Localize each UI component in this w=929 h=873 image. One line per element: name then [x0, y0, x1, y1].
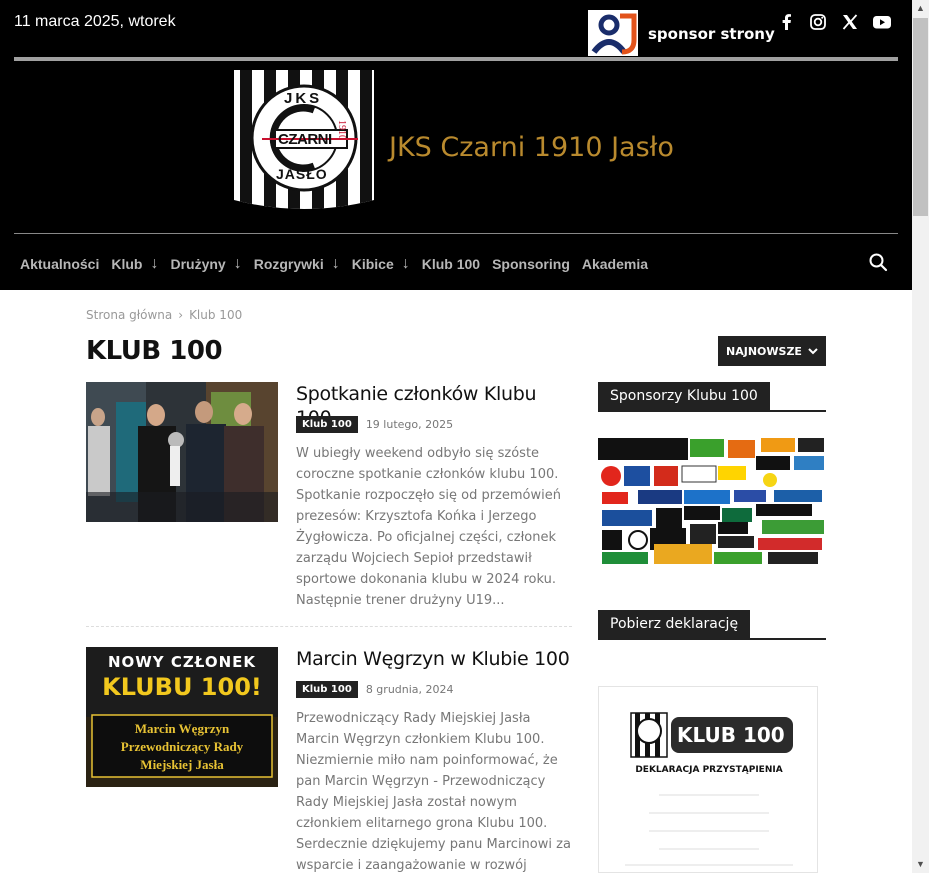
dropdown-arrow-icon: ↓	[401, 255, 410, 272]
sponsors-image[interactable]	[598, 436, 826, 566]
article-date: 8 grudnia, 2024	[365, 683, 454, 696]
search-icon[interactable]	[868, 252, 888, 272]
nav-item-akademia[interactable]: Akademia	[582, 256, 648, 272]
thumb-line-4: Przewodniczący Rady	[120, 739, 244, 754]
nav-item-label: Drużyny	[170, 256, 226, 272]
article-thumbnail[interactable]	[86, 382, 278, 522]
scroll-down-icon[interactable]: ▼	[912, 856, 929, 873]
instagram-icon[interactable]	[808, 12, 828, 32]
nav-item-sponsoring[interactable]: Sponsoring	[492, 256, 570, 272]
declaration-document-image[interactable]: KLUB 100 DEKLARACJA PRZYSTĄPIENIA	[598, 686, 818, 873]
dropdown-arrow-icon: ↓	[150, 255, 159, 272]
page-title: KLUB 100	[86, 336, 223, 366]
x-icon[interactable]	[840, 12, 860, 32]
article-date: 19 lutego, 2025	[365, 418, 454, 431]
category-badge[interactable]: Klub 100	[296, 681, 358, 698]
facebook-icon[interactable]	[777, 12, 797, 32]
breadcrumb-separator: ›	[178, 308, 184, 322]
dropdown-arrow-icon: ↓	[233, 255, 242, 272]
nav-item-klub-100[interactable]: Klub 100	[422, 256, 480, 272]
breadcrumb: Strona główna › Klub 100	[86, 308, 242, 322]
scroll-up-icon[interactable]: ▲	[912, 0, 929, 17]
thumb-line-1: NOWY CZŁONEK	[107, 653, 257, 671]
logo-top-text: JKS	[284, 90, 323, 107]
breadcrumb-home[interactable]: Strona główna	[86, 308, 172, 322]
widget-heading-sponsors: Sponsorzy Klubu 100	[598, 382, 826, 412]
sponsor-logo[interactable]	[588, 10, 638, 56]
nav-item-label: Klub	[111, 256, 143, 272]
nav-item-kibice[interactable]: Kibice ↓	[352, 255, 410, 273]
widget-heading-label: Sponsorzy Klubu 100	[598, 382, 770, 410]
chevron-down-icon	[808, 348, 818, 355]
logo-year-text: 1910	[336, 120, 347, 140]
sponsor-label[interactable]: sponsor strony	[648, 25, 775, 43]
nav-item-druzyny[interactable]: Drużyny ↓	[170, 255, 241, 273]
nav-item-label: Sponsoring	[492, 256, 570, 272]
thumb-line-2: KLUBU 100!	[102, 673, 262, 701]
nav-item-aktualnosci[interactable]: Aktualności	[20, 256, 99, 272]
site-title[interactable]: JKS Czarni 1910 Jasło	[389, 132, 674, 163]
nav-divider	[14, 233, 898, 234]
nav-item-klub[interactable]: Klub ↓	[111, 255, 158, 273]
scrollbar-thumb[interactable]	[913, 18, 928, 216]
declaration-title: DEKLARACJA PRZYSTĄPIENIA	[635, 765, 783, 775]
site-header: 11 marca 2025, wtorek sponsor strony JKS…	[0, 0, 912, 290]
nav-item-label: Aktualności	[20, 256, 100, 272]
article-meta: Klub 100 8 grudnia, 2024	[296, 681, 454, 698]
article-thumbnail[interactable]: NOWY CZŁONEK KLUBU 100! Marcin Węgrzyn P…	[86, 647, 278, 787]
widget-heading-label: Pobierz deklarację	[598, 610, 751, 638]
article-excerpt: W ubiegły weekend odbyło się szóste coro…	[296, 446, 561, 608]
logo-bottom-text: JASŁO	[276, 166, 328, 182]
article-card: NOWY CZŁONEK KLUBU 100! Marcin Węgrzyn P…	[86, 647, 572, 873]
main-nav: Aktualności Klub ↓ Drużyny ↓ Rozgrywki ↓ Ki…	[20, 255, 660, 273]
article-meta: Klub 100 19 lutego, 2025	[296, 416, 453, 433]
nav-item-rozgrywki[interactable]: Rozgrywki ↓	[254, 255, 340, 273]
nav-item-label: Akademia	[581, 256, 649, 272]
thumb-line-3: Marcin Węgrzyn	[134, 721, 230, 736]
article-divider	[86, 626, 572, 627]
article-title[interactable]: Marcin Węgrzyn w Klubie 100	[296, 647, 576, 671]
article-card: Spotkanie członków Klubu 100 Klub 100 19…	[86, 382, 572, 622]
category-badge[interactable]: Klub 100	[296, 416, 358, 433]
sort-dropdown-button[interactable]: NAJNOWSZE	[718, 336, 826, 366]
thumb-line-5: Miejskiej Jasła	[140, 757, 224, 772]
nav-item-label: Klub 100	[421, 256, 481, 272]
nav-item-label: Kibice	[351, 256, 394, 272]
page: 11 marca 2025, wtorek sponsor strony JKS…	[0, 0, 929, 873]
widget-heading-declaration: Pobierz deklarację	[598, 610, 826, 640]
youtube-icon[interactable]	[872, 12, 892, 32]
declaration-logo-text: KLUB 100	[677, 723, 785, 747]
logo-middle-text: CZARNI	[278, 131, 332, 148]
breadcrumb-current[interactable]: Klub 100	[189, 308, 242, 322]
sort-label: NAJNOWSZE	[726, 344, 802, 358]
article-excerpt: Przewodniczący Rady Miejskiej Jasła Marc…	[296, 711, 571, 873]
nav-item-label: Rozgrywki	[253, 256, 324, 272]
club-logo[interactable]: JKS CZARNI JASŁO 1910	[232, 68, 376, 216]
topbar-divider	[14, 57, 898, 61]
dropdown-arrow-icon: ↓	[331, 255, 340, 272]
current-date: 11 marca 2025, wtorek	[14, 13, 176, 30]
